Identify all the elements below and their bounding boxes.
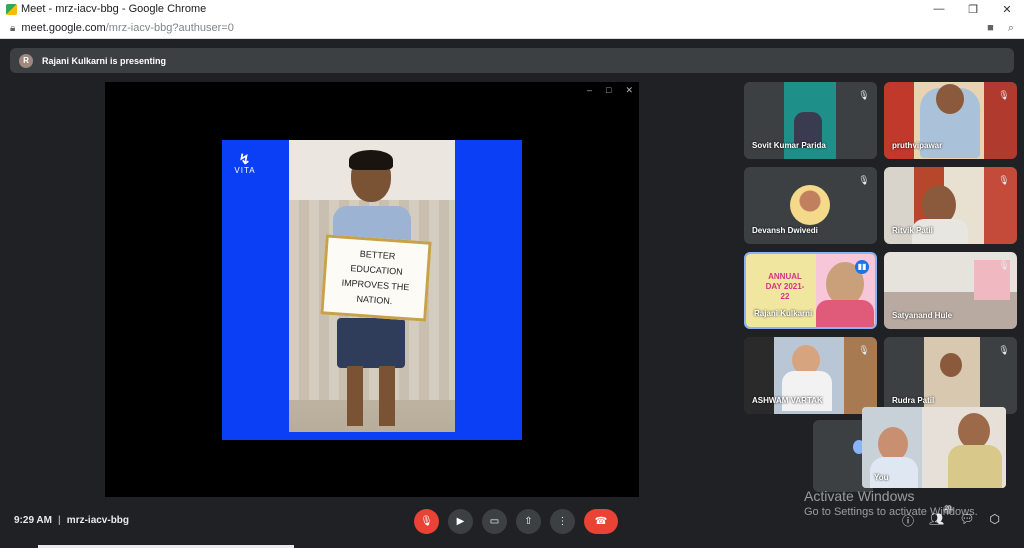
clock-time: 9:29 AM (14, 515, 52, 526)
captions-button[interactable]: ▭ (482, 509, 507, 534)
vita-logo-text: VITA (234, 166, 256, 175)
mic-off-icon: 🎙︎ (998, 345, 1010, 355)
window-title: Meet - mrz-iacv-bbg - Google Chrome (21, 3, 207, 15)
minimize-button[interactable]: — (922, 0, 956, 18)
placard: BETTER EDUCATION IMPROVES THE NATION. (320, 234, 432, 322)
participant-tile-active[interactable]: ANNUAL DAY 2021-22 ▮▮ Rajani Kulkarni (744, 252, 877, 329)
participant-tile[interactable]: 🎙︎ Sovit Kumar Parida (744, 82, 877, 159)
presenter-avatar: R (19, 53, 33, 68)
camera-toggle-button[interactable]: ▶ (448, 509, 473, 534)
captions-icon: ▭ (489, 516, 500, 527)
end-call-icon: ☎ (594, 516, 608, 527)
video-camera-icon: ▶ (456, 516, 465, 527)
presentation-slide: ↯ VITA BETTER EDUCATION IMPROVES THE NAT… (222, 140, 522, 440)
close-window-button[interactable]: ✕ (990, 0, 1024, 18)
camera-permission-icon[interactable]: ■ (987, 22, 994, 35)
mic-off-icon: 🎙︎ (998, 260, 1010, 270)
mic-off-icon: 🎙︎ (858, 90, 870, 100)
microphone-toggle-button[interactable]: 🎙︎ (414, 509, 439, 534)
address-bar[interactable]: 🔒︎ meet.google.com /mrz-iacv-bbg?authuse… (0, 18, 1024, 39)
mic-off-icon: 🎙︎ (858, 175, 870, 185)
participant-tile[interactable]: 🎙︎ Devansh Dwivedi (744, 167, 877, 244)
participant-tile[interactable]: 🎙︎ pruthvipawar (884, 82, 1017, 159)
mic-off-icon: 🎙︎ (858, 345, 870, 355)
self-view[interactable]: You (862, 407, 1006, 488)
participant-name: Sovit Kumar Parida (752, 141, 826, 150)
presentation-stage[interactable]: – □ ✕ ↯ VITA BETTER EDUCATION IMPROVES T… (105, 82, 639, 497)
participant-tile[interactable]: 🎙︎ Rudra Patil (884, 337, 1017, 414)
call-controls: 🎙︎ ▶ ▭ ⇧ ⋮ ☎ (414, 509, 618, 534)
participant-avatar (790, 185, 830, 225)
participant-name: Ritvik Patil (892, 226, 933, 235)
participant-name: Devansh Dwivedi (752, 226, 818, 235)
participant-tile[interactable]: 🎙︎ ASHWAM VARTAK (744, 337, 877, 414)
presenting-text: Rajani Kulkarni is presenting (42, 55, 167, 66)
present-screen-icon: ⇧ (524, 516, 533, 527)
annual-day-banner: ANNUAL DAY 2021-22 (765, 272, 805, 301)
speaking-indicator-icon: ▮▮ (855, 260, 869, 274)
present-now-button[interactable]: ⇧ (516, 509, 541, 534)
lock-icon[interactable]: 🔒︎ (10, 23, 15, 34)
more-vert-icon: ⋮ (557, 516, 568, 527)
url-path[interactable]: /mrz-iacv-bbg?authuser=0 (106, 22, 234, 34)
meeting-info-separator: | (57, 515, 61, 526)
zoom-search-icon[interactable]: ⌕ (1008, 22, 1014, 35)
student-photo: BETTER EDUCATION IMPROVES THE NATION. (289, 140, 455, 432)
participant-name: pruthvipawar (892, 141, 943, 150)
mic-off-icon: 🎙︎ (998, 90, 1010, 100)
mic-off-icon: 🎙︎ (420, 516, 433, 527)
self-view-name: You (874, 473, 889, 482)
participant-tile[interactable]: 🎙︎ Ritvik Patil (884, 167, 1017, 244)
restore-button[interactable]: ❐ (956, 0, 990, 18)
activate-windows-watermark: Activate Windows Go to Settings to activ… (804, 488, 978, 518)
shared-close-icon: ✕ (625, 85, 633, 95)
vita-mark-icon: ↯ (238, 151, 252, 167)
leave-call-button[interactable]: ☎ (584, 509, 618, 534)
meeting-code: mrz-iacv-bbg (66, 515, 130, 526)
participant-tile[interactable]: 🎙︎ Satyanand Hule (884, 252, 1017, 329)
participant-name: ASHWAM VARTAK (752, 396, 823, 405)
meet-favicon-icon (6, 3, 17, 15)
meeting-info: 9:29 AM | mrz-iacv-bbg (14, 515, 129, 526)
presenting-banner: R Rajani Kulkarni is presenting (10, 48, 1014, 73)
shared-maximize-icon: □ (606, 85, 612, 95)
placard-line: NATION. (356, 293, 393, 307)
shared-window-controls: – □ ✕ (587, 85, 633, 96)
participant-name: Satyanand Hule (892, 311, 953, 320)
browser-title-bar: Meet - mrz-iacv-bbg - Google Chrome — ❐ … (0, 0, 1024, 18)
mic-off-icon: 🎙︎ (998, 175, 1010, 185)
participant-name: Rajani Kulkarni (754, 309, 813, 318)
url-host[interactable]: meet.google.com (21, 22, 105, 34)
watermark-title: Activate Windows (804, 488, 915, 504)
activities-icon[interactable]: ⬡ (989, 512, 999, 529)
more-options-button[interactable]: ⋮ (550, 509, 575, 534)
vita-logo: ↯ VITA (232, 152, 258, 175)
shared-minimize-icon: – (587, 85, 593, 95)
watermark-subtitle: Go to Settings to activate Windows. (804, 506, 978, 518)
participant-name: Rudra Patil (892, 396, 935, 405)
